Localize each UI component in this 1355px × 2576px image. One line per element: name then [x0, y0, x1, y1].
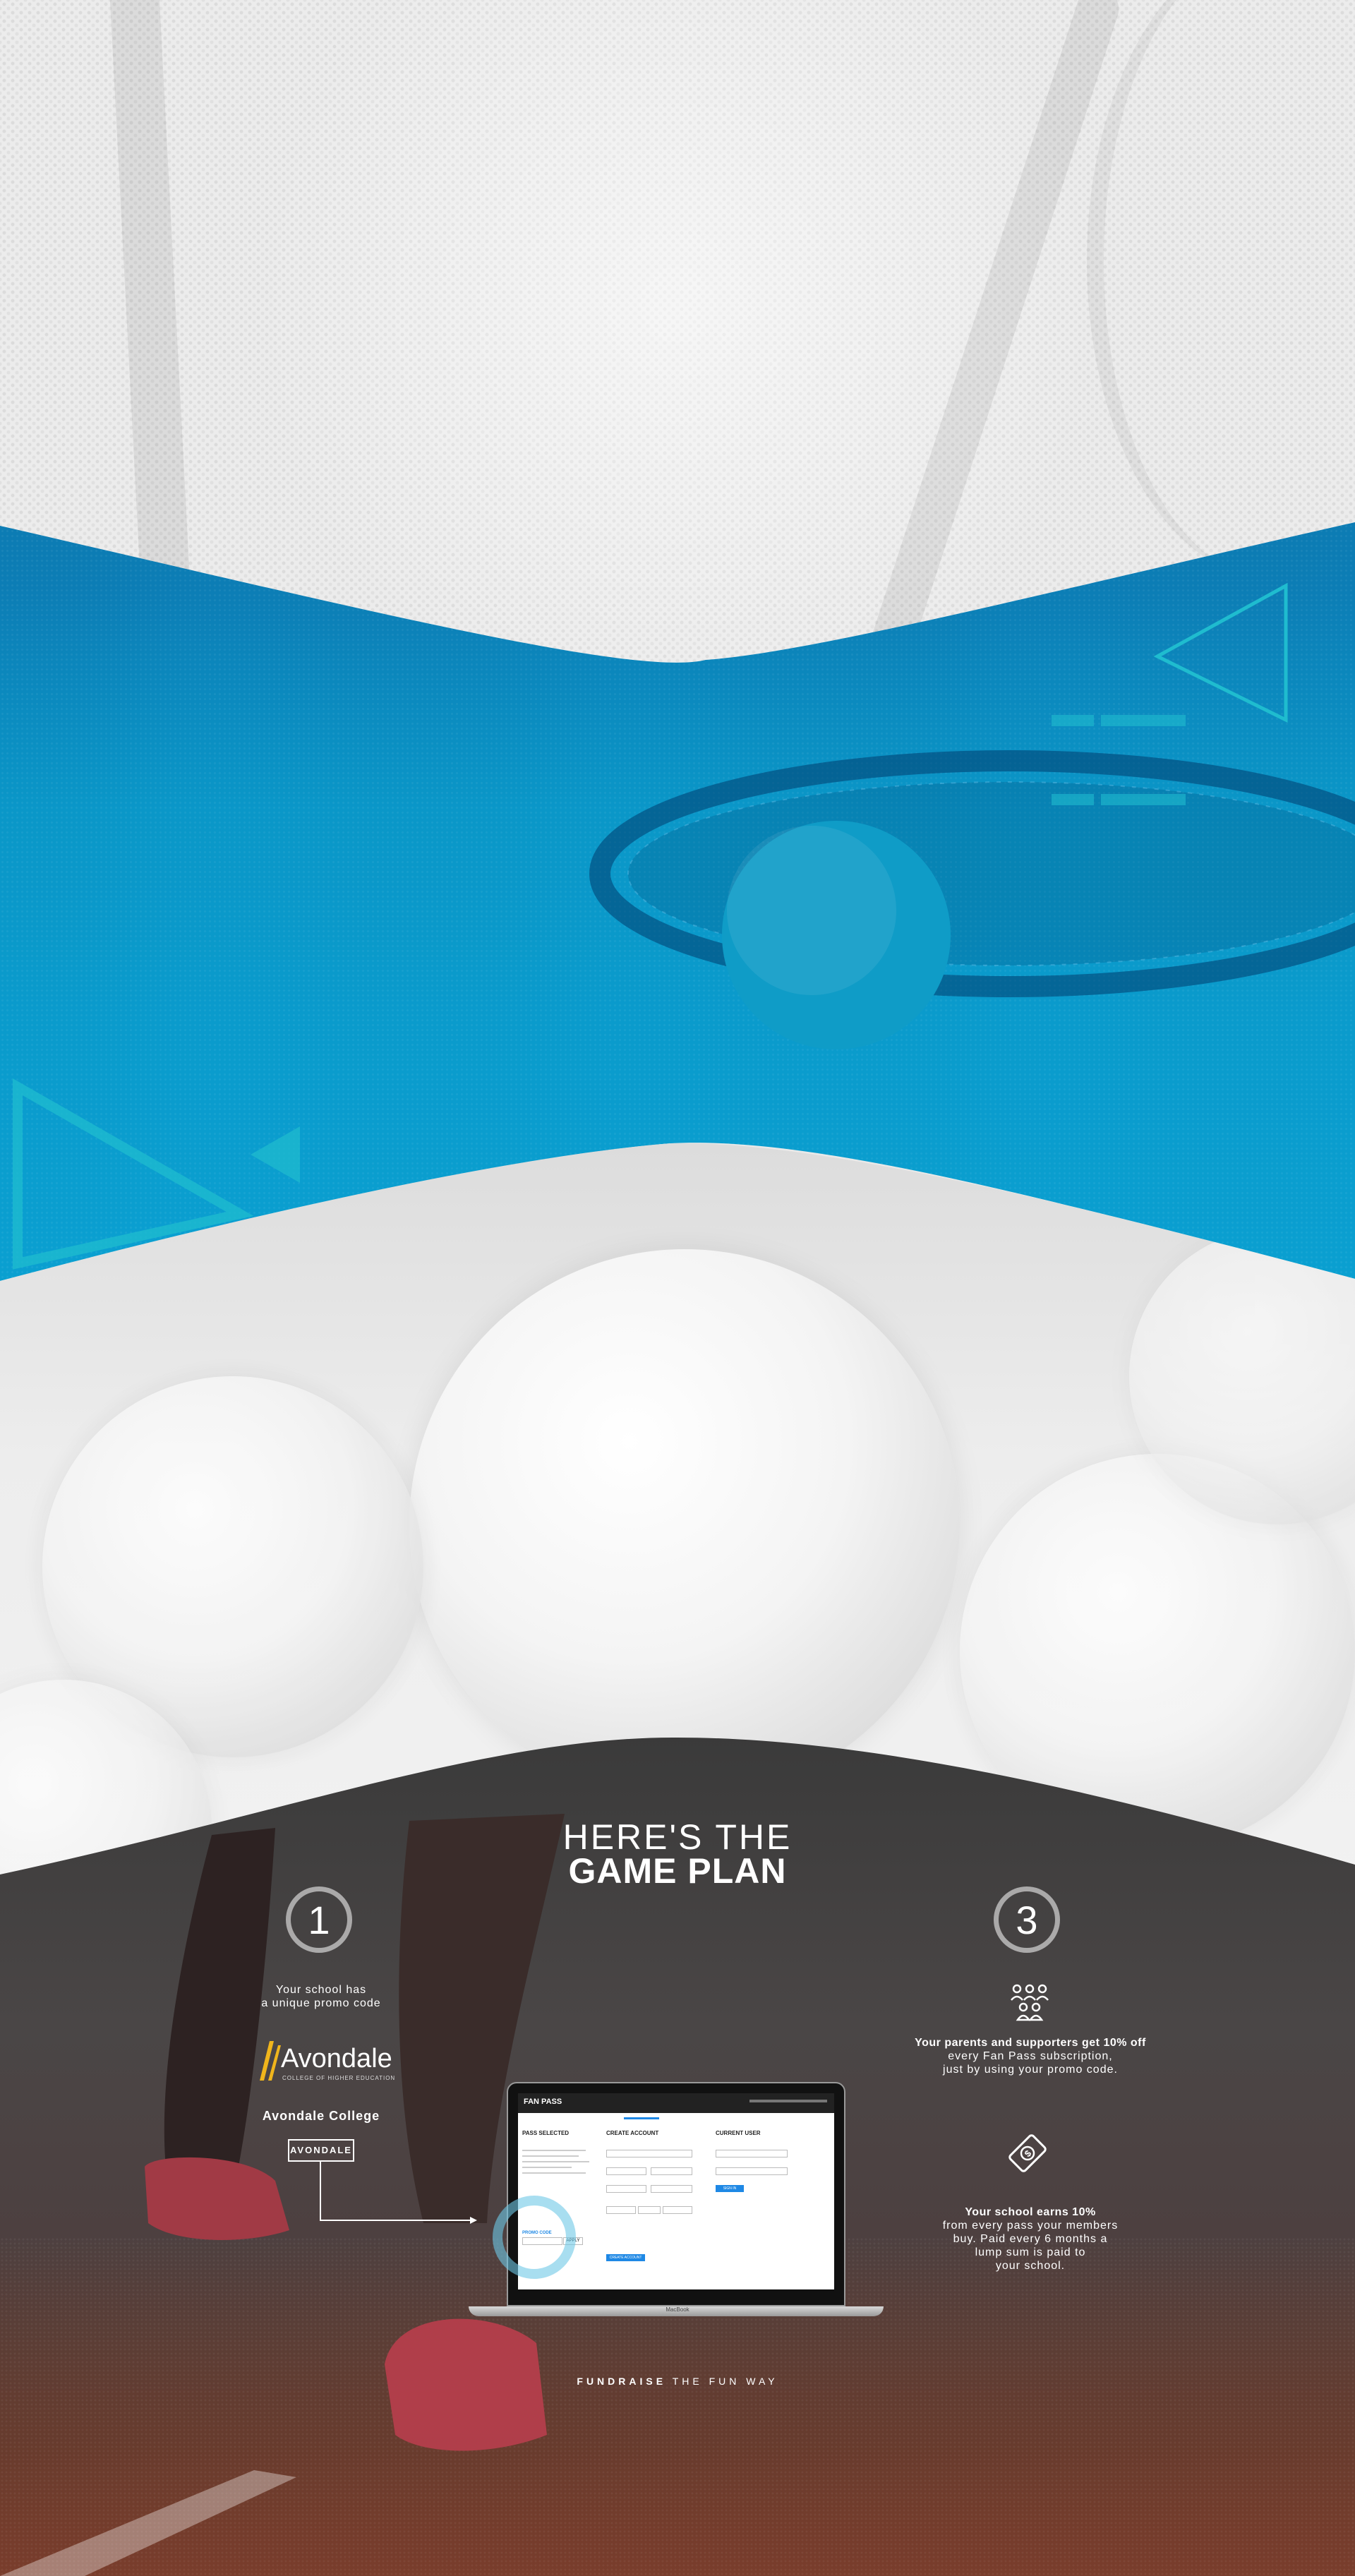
earn-bold-line: Your school earns 10%: [965, 2206, 1096, 2218]
laptop: FAN PASS PASS SELECTED CREATE ACCOUNT CU…: [507, 2082, 845, 2306]
create-account-button[interactable]: CREATE ACCOUNT: [606, 2254, 645, 2261]
app-title: FAN PASS: [524, 2097, 562, 2106]
col1-title: PASS SELECTED: [522, 2130, 570, 2136]
tagline: FUNDRAISE THE FUN WAY: [0, 2376, 1355, 2387]
sign-in-button[interactable]: SIGN IN: [716, 2185, 744, 2192]
heading-line2: GAME PLAN: [568, 1851, 787, 1891]
school-name: Avondale College: [262, 2109, 380, 2123]
step-1-circle: 1: [286, 1886, 352, 1953]
group-of-people-icon: [1011, 1984, 1049, 2021]
earn-line5: your school.: [995, 2260, 1066, 2272]
tagline-bold: FUNDRAISE: [577, 2376, 667, 2387]
tennis-ball: [409, 1249, 960, 1800]
avondale-logo-icon: [260, 2041, 281, 2081]
connector-arrow: [320, 2160, 477, 2224]
app-header: [518, 2093, 834, 2113]
step-1-text-line2: a unique promo code: [261, 1997, 381, 2009]
step-3-circle: 3: [994, 1886, 1060, 1953]
earn-line2: from every pass your members: [942, 2220, 1119, 2232]
highlight-ring: [493, 2196, 576, 2279]
col3-title: CURRENT USER: [716, 2130, 761, 2136]
avondale-logo-tagline: COLLEGE OF HIGHER EDUCATION: [282, 2075, 396, 2081]
step-3-line3: just by using your promo code.: [943, 2064, 1118, 2076]
money-icon: $: [1008, 2134, 1047, 2172]
progress-bar: [624, 2117, 659, 2119]
promo-code-box: AVONDALE: [288, 2139, 354, 2162]
ball-curve: [1087, 0, 1355, 579]
avondale-logo-wordmark: Avondale: [281, 2044, 392, 2074]
earn-line4: lump sum is paid to: [975, 2246, 1086, 2258]
ball-seam: [865, 0, 1125, 667]
triangle-outline-top-right: [1157, 586, 1286, 720]
laptop-brand: MacBook: [666, 2306, 689, 2313]
step-3-line2: every Fan Pass subscription,: [948, 2050, 1113, 2062]
triangle-small-left: [251, 1126, 300, 1183]
col2-title: CREATE ACCOUNT: [606, 2130, 659, 2136]
earn-line3: buy. Paid every 6 months a: [953, 2233, 1108, 2245]
tagline-rest: THE FUN WAY: [666, 2376, 778, 2387]
step-1-text-line1: Your school has: [275, 1984, 367, 1996]
step-3-bold-line: Your parents and supporters get 10% off: [915, 2037, 1146, 2049]
runner-shoe: [145, 2157, 289, 2240]
